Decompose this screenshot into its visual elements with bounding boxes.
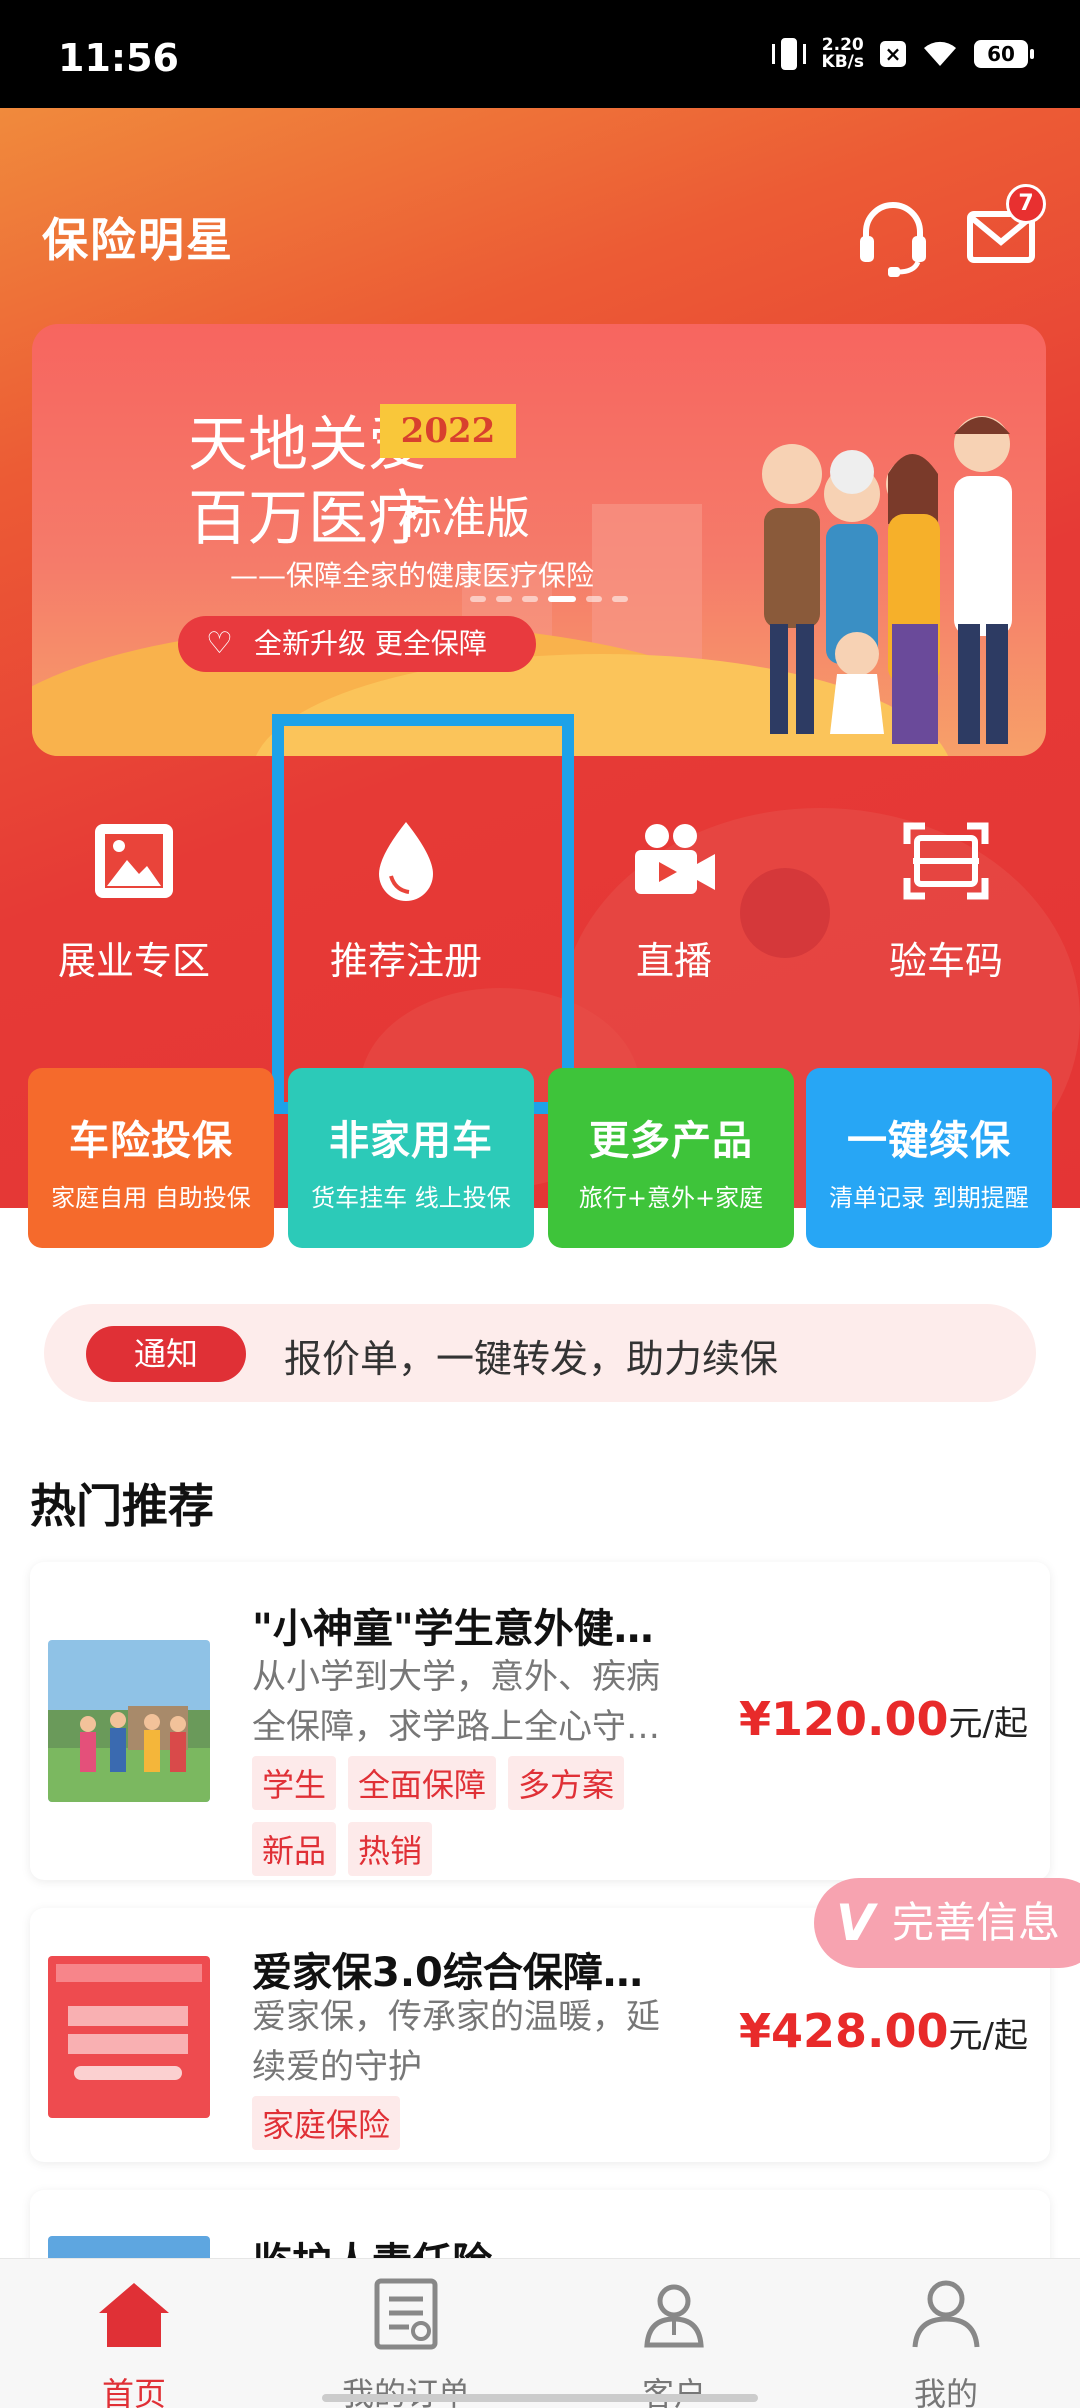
app-title: 保险明星 — [42, 213, 234, 267]
mail-badge: 7 — [1006, 184, 1046, 224]
heart-icon: ♡ — [206, 626, 233, 661]
status-bar: 11:56 2.20 KB/s × 60 — [0, 0, 1080, 108]
service-card-car-insurance[interactable]: 车险投保 家庭自用 自助投保 — [28, 1068, 274, 1248]
quick-action-expo[interactable]: 展业专区 — [34, 816, 234, 985]
quick-action-label: 验车码 — [888, 939, 1003, 983]
vibrate-icon — [771, 36, 806, 72]
tab-orders[interactable]: 我的订单 — [306, 2277, 506, 2408]
service-card-title: 更多产品 — [589, 1118, 753, 1164]
product-card[interactable]: "小神童"学生意外健… 从小学到大学，意外、疾病全保障，求学路上全心守… 学生 … — [30, 1562, 1050, 1880]
profile-icon — [912, 2280, 980, 2348]
tab-label: 客户 — [641, 2375, 706, 2408]
improve-info-button[interactable]: V 完善信息 — [814, 1878, 1080, 1968]
product-image — [48, 1956, 210, 2118]
service-card-subtitle: 家庭自用 自助投保 — [51, 1184, 251, 1212]
product-title: 爱家保3.0综合保障… — [252, 1950, 643, 1996]
product-tag: 热销 — [348, 1822, 433, 1876]
banner-pagination — [470, 596, 628, 602]
product-title: "小神童"学生意外健… — [252, 1606, 654, 1652]
banner-subtitle: ——保障全家的健康医疗保险 — [230, 559, 595, 592]
product-price-value: ¥120.00 — [739, 1692, 949, 1746]
v-logo-icon: V — [836, 1894, 875, 1952]
notice-bar[interactable]: 通知 报价单，一键转发，助力续保 — [44, 1304, 1036, 1402]
banner-edition: 标准版 — [398, 493, 530, 544]
banner-pill-text: 全新升级 更全保障 — [254, 627, 487, 660]
network-speed-unit: KB/s — [821, 52, 864, 72]
image-icon — [95, 824, 173, 898]
status-time: 11:56 — [58, 36, 179, 80]
scan-icon — [903, 822, 989, 900]
product-tag: 新品 — [252, 1822, 337, 1876]
product-price-unit: 元/起 — [948, 1704, 1028, 1744]
product-price-unit: 元/起 — [948, 2016, 1028, 2056]
service-card-subtitle: 清单记录 到期提醒 — [829, 1184, 1029, 1212]
no-sim-icon: × — [880, 41, 906, 67]
service-card-title: 非家用车 — [329, 1118, 493, 1164]
wifi-icon — [924, 41, 956, 66]
banner-year: 2022 — [380, 404, 516, 458]
family-illustration — [762, 416, 1012, 744]
video-camera-icon — [635, 824, 715, 894]
home-icon — [99, 2283, 169, 2347]
service-card-title: 一键续保 — [847, 1118, 1011, 1164]
product-tag: 学生 — [252, 1756, 337, 1810]
product-price-value: ¥428.00 — [739, 2004, 949, 2058]
service-card-title: 车险投保 — [69, 1118, 233, 1164]
customer-icon — [644, 2284, 704, 2348]
network-speed: 2.20 KB/s — [822, 37, 864, 71]
product-image — [48, 1640, 210, 1802]
banner-line2: 百万医疗 — [188, 484, 428, 554]
improve-info-label: 完善信息 — [892, 1898, 1061, 1947]
service-card-subtitle: 货车挂车 线上投保 — [311, 1184, 511, 1212]
notice-tag: 通知 — [86, 1326, 246, 1382]
service-card-more-products[interactable]: 更多产品 旅行+意外+家庭 — [548, 1068, 794, 1248]
section-title: 热门推荐 — [30, 1479, 214, 1533]
tab-home[interactable]: 首页 — [34, 2277, 234, 2408]
product-tag: 家庭保险 — [252, 2096, 401, 2150]
quick-action-label: 展业专区 — [57, 939, 210, 983]
tab-label: 我的订单 — [341, 2375, 470, 2408]
quick-action-car-code[interactable]: 验车码 — [846, 816, 1046, 985]
tab-profile[interactable]: 我的 — [846, 2277, 1046, 2408]
tab-customers[interactable]: 客户 — [574, 2277, 774, 2408]
tab-label: 我的 — [913, 2375, 978, 2408]
headset-icon[interactable] — [858, 196, 928, 278]
banner-pill: ♡ 全新升级 更全保障 — [178, 616, 536, 672]
product-tags: 家庭保险 — [252, 2096, 692, 2150]
highlight-box — [272, 714, 574, 1114]
home-indicator — [322, 2394, 758, 2402]
product-price: ¥120.00元/起 — [739, 1692, 1028, 1746]
notice-text: 报价单，一键转发，助力续保 — [284, 1337, 779, 1381]
status-icons: 2.20 KB/s × 60 — [771, 34, 1034, 74]
promo-banner[interactable]: 天地关爱 2022 百万医疗 标准版 ——保障全家的健康医疗保险 ♡ 全新升级 … — [32, 324, 1046, 756]
order-icon — [374, 2278, 438, 2350]
product-tag: 多方案 — [508, 1756, 625, 1810]
product-desc: 从小学到大学，意外、疾病全保障，求学路上全心守… — [252, 1657, 660, 1747]
service-card-subtitle: 旅行+意外+家庭 — [578, 1184, 764, 1212]
bottom-tab-bar: 首页 我的订单 客户 我的 — [0, 2258, 1080, 2408]
product-tags: 学生 全面保障 多方案 新品 热销 — [252, 1756, 692, 1876]
product-tag: 全面保障 — [348, 1756, 497, 1810]
product-price: ¥428.00元/起 — [739, 2004, 1028, 2058]
service-card-commercial-vehicle[interactable]: 非家用车 货车挂车 线上投保 — [288, 1068, 534, 1248]
product-desc: 爱家保，传承家的温暖，延续爱的守护 — [252, 1997, 660, 2087]
service-card-renewal[interactable]: 一键续保 清单记录 到期提醒 — [806, 1068, 1052, 1248]
battery-icon: 60 — [974, 40, 1034, 68]
quick-action-live[interactable]: 直播 — [574, 816, 774, 985]
tab-label: 首页 — [101, 2375, 166, 2408]
quick-action-label: 直播 — [635, 939, 712, 983]
